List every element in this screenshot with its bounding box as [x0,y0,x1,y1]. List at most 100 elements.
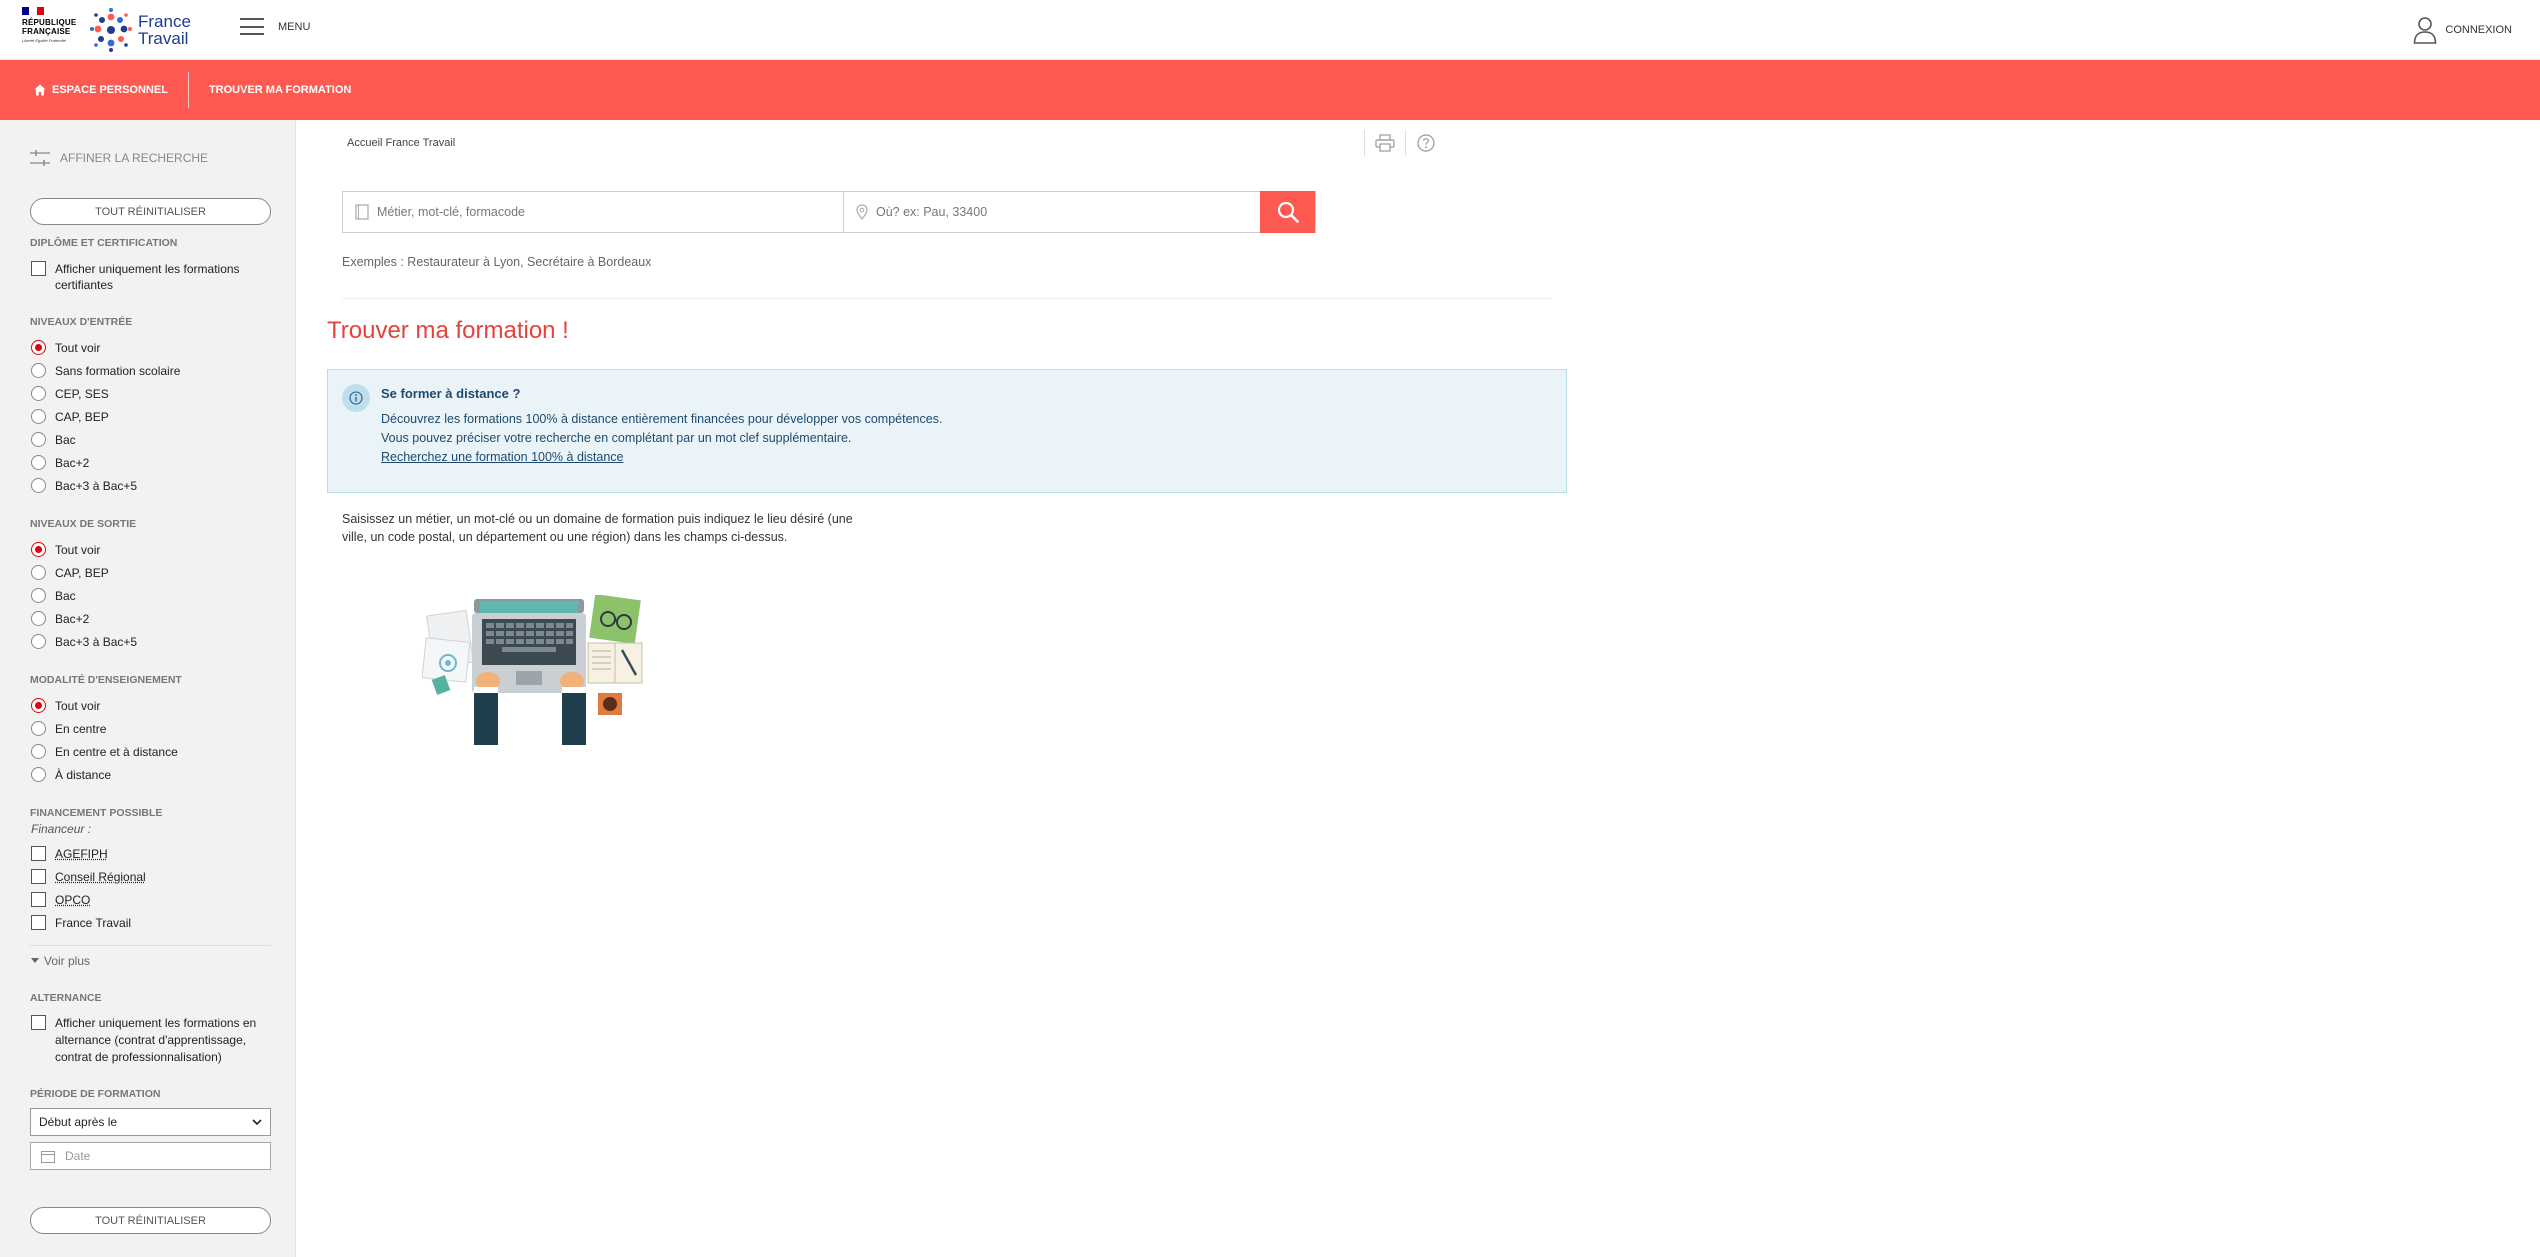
affiner-label: AFFINER LA RECHERCHE [60,151,209,165]
checkbox-label: AGEFIPH [55,847,108,861]
radio[interactable] [31,611,46,626]
periode-select[interactable]: Début après le [30,1108,271,1136]
location-pin-icon [856,204,868,220]
republique-francaise-logo[interactable]: RÉPUBLIQUE FRANÇAISE Liberté Égalité Fra… [22,7,82,53]
help-circle-icon [1417,134,1435,152]
radio-label: En centre et à distance [55,745,178,759]
sortie-radio-tout-voir[interactable]: Tout voir [31,542,100,558]
entree-radio-bac3-bac5[interactable]: Bac+3 à Bac+5 [31,478,137,494]
radio-label: Bac+3 à Bac+5 [55,635,138,649]
entree-radio-cap-bep[interactable]: CAP, BEP [31,409,109,425]
radio[interactable] [31,409,46,424]
radio-selected[interactable] [31,340,46,355]
entree-radio-sans-formation[interactable]: Sans formation scolaire [31,363,180,379]
radio[interactable] [31,363,46,378]
brand-line1: France [138,12,191,31]
radio[interactable] [31,634,46,649]
voir-plus-label: Voir plus [44,954,91,968]
nav-espace-personnel[interactable]: ESPACE PERSONNEL [0,72,188,108]
distance-formation-link[interactable]: Recherchez une formation 100% à distance [381,450,624,464]
radio-label: CEP, SES [55,387,109,401]
niveaux-sortie-title: NIVEAUX DE SORTIE [30,518,137,530]
checkbox[interactable] [31,869,46,884]
france-travail-logo[interactable]: France Travail [88,6,198,54]
radio[interactable] [31,478,46,493]
financeur-checkbox-opco[interactable]: OPCO [31,892,90,908]
keyword-placeholder: Métier, mot-clé, formacode [377,205,525,219]
modalite-radio-centre-distance[interactable]: En centre et à distance [31,744,178,760]
reset-all-button-top[interactable]: TOUT RÉINITIALISER [30,198,271,225]
checkbox[interactable] [31,846,46,861]
help-button[interactable] [1406,130,1446,156]
radio[interactable] [31,565,46,580]
radio[interactable] [31,432,46,447]
main-content: Accueil France Travail Métier, mot-clé, … [297,120,2540,1257]
sortie-radio-bac[interactable]: Bac [31,588,76,604]
connexion-button[interactable]: CONNEXION [2413,16,2512,44]
entree-radio-tout-voir[interactable]: Tout voir [31,340,100,356]
main-nav-bar: ESPACE PERSONNEL TROUVER MA FORMATION [0,60,2540,120]
modalite-radio-en-centre[interactable]: En centre [31,721,106,737]
print-button[interactable] [1365,130,1405,156]
chevron-down-icon [252,1118,262,1125]
entree-radio-bac[interactable]: Bac [31,432,76,448]
radio-label: Bac+3 à Bac+5 [55,479,138,493]
breadcrumb-home[interactable]: Accueil France Travail [347,137,455,149]
radio-label: Tout voir [55,543,101,557]
nav-espace-personnel-label: ESPACE PERSONNEL [52,84,168,96]
keyword-search-input[interactable]: Métier, mot-clé, formacode [343,192,844,232]
radio-label: CAP, BEP [55,410,109,424]
rf-logo-line1: RÉPUBLIQUE [22,18,77,27]
filter-sidebar: AFFINER LA RECHERCHE TOUT RÉINITIALISER … [0,120,296,1257]
radio-selected[interactable] [31,698,46,713]
entree-radio-cep-ses[interactable]: CEP, SES [31,386,109,402]
voir-plus-toggle[interactable]: Voir plus [31,954,90,968]
info-icon [342,384,370,412]
sortie-radio-bac2[interactable]: Bac+2 [31,611,89,627]
date-placeholder: Date [65,1149,91,1163]
reset-all-button-bottom[interactable]: TOUT RÉINITIALISER [30,1207,271,1234]
search-icon [1277,201,1299,223]
book-icon [355,204,369,220]
checkbox[interactable] [31,1015,46,1030]
nav-trouver-formation-label: TROUVER MA FORMATION [208,84,352,96]
certifiantes-checkbox-option[interactable]: Afficher uniquement les formations certi… [31,261,255,293]
alternance-label: Afficher uniquement les formations en al… [55,1015,256,1066]
date-input[interactable]: Date [30,1142,271,1170]
menu-button[interactable]: MENU [240,18,310,35]
top-header: RÉPUBLIQUE FRANÇAISE Liberté Égalité Fra… [0,0,2540,60]
breadcrumb[interactable]: Accueil France Travail [347,137,455,149]
nav-trouver-formation[interactable]: TROUVER MA FORMATION [189,72,371,108]
radio[interactable] [31,721,46,736]
financeur-checkbox-agefiph[interactable]: AGEFIPH [31,846,108,862]
radio[interactable] [31,455,46,470]
sortie-radio-bac3-bac5[interactable]: Bac+3 à Bac+5 [31,634,137,650]
financeur-checkbox-france-travail[interactable]: France Travail [31,915,131,931]
radio[interactable] [31,767,46,782]
modalite-radio-distance[interactable]: À distance [31,767,111,783]
checkbox[interactable] [31,915,46,930]
niveaux-entree-title: NIVEAUX D'ENTRÉE [30,316,133,328]
radio-selected[interactable] [31,542,46,557]
radio-label: Bac [55,433,76,447]
checkbox[interactable] [31,261,46,276]
search-button[interactable] [1260,191,1315,233]
financeur-checkbox-conseil-regional[interactable]: Conseil Régional [31,869,146,885]
radio[interactable] [31,588,46,603]
checkbox-label: OPCO [55,893,91,907]
info-line2: Vous pouvez préciser votre recherche en … [381,431,852,445]
radio[interactable] [31,744,46,759]
location-search-input[interactable]: Où? ex: Pau, 33400 [843,192,1261,232]
entree-radio-bac2[interactable]: Bac+2 [31,455,89,471]
sortie-radio-cap-bep[interactable]: CAP, BEP [31,565,109,581]
printer-icon [1375,134,1395,152]
hamburger-icon [240,18,264,35]
checkbox[interactable] [31,892,46,907]
alternance-checkbox-option[interactable]: Afficher uniquement les formations en al… [31,1015,256,1066]
radio[interactable] [31,386,46,401]
search-examples: Exemples : Restaurateur à Lyon, Secrétai… [342,255,652,269]
modalite-radio-tout-voir[interactable]: Tout voir [31,698,100,714]
radio-label: Bac+2 [55,612,90,626]
help-line1: Saisissez un métier, un mot-clé ou un do… [342,512,853,526]
alternance-label-line3: contrat de professionnalisation) [55,1050,222,1064]
